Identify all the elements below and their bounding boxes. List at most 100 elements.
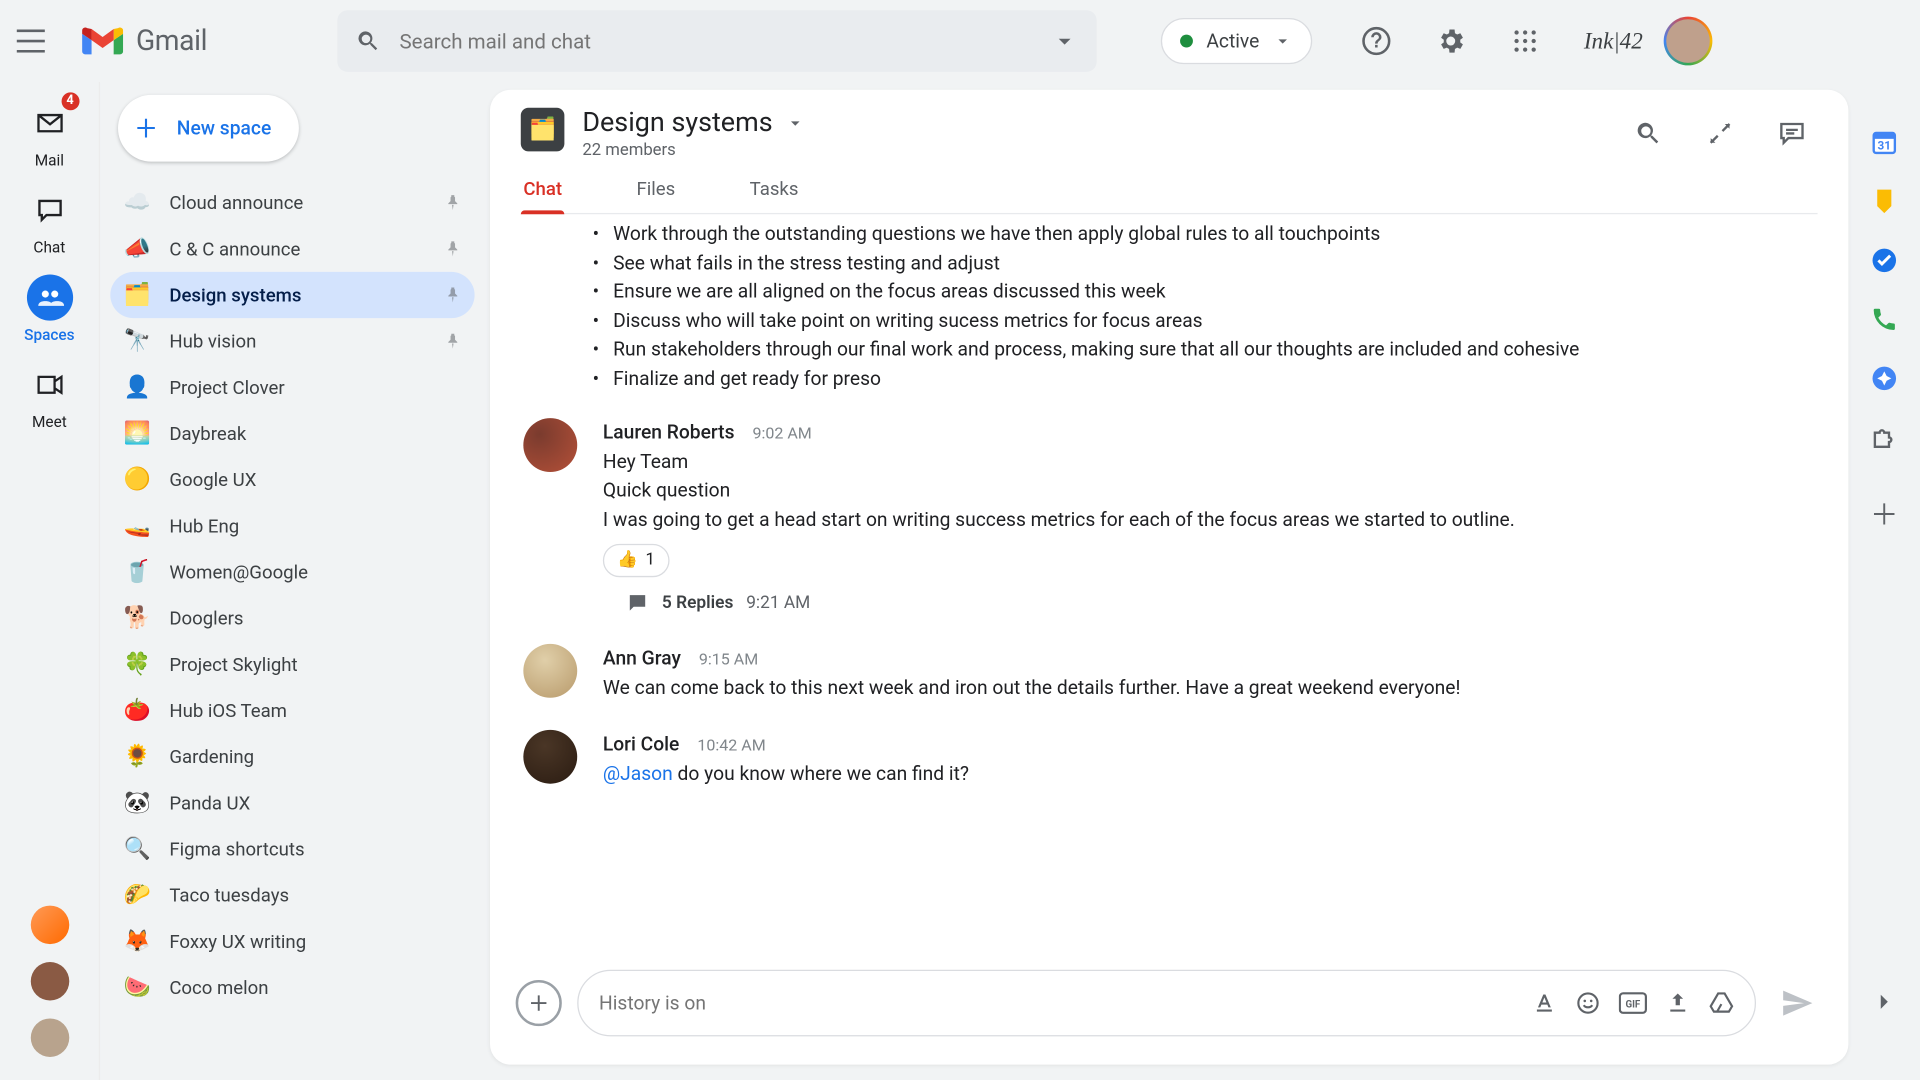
- sidebar-space-taco-tuesdays[interactable]: 🌮 Taco tuesdays: [110, 872, 474, 918]
- sidebar-space-coco-melon[interactable]: 🍉 Coco melon: [110, 965, 474, 1011]
- add-attachment-button[interactable]: [516, 980, 562, 1026]
- pinned-dm-avatar[interactable]: [30, 962, 68, 1000]
- space-avatar: 🗂️: [521, 108, 565, 152]
- rail-label: Spaces: [24, 326, 74, 344]
- settings-button[interactable]: [1425, 15, 1476, 66]
- sidebar-space-gardening[interactable]: 🌻 Gardening: [110, 734, 474, 780]
- pinned-dm-avatar[interactable]: [30, 1018, 68, 1056]
- thread-replies[interactable]: 5 Replies 9:21 AM: [626, 590, 1815, 616]
- rail-meet[interactable]: Meet: [8, 354, 90, 439]
- message-text: I was going to get a head start on writi…: [603, 505, 1815, 534]
- contacts-icon[interactable]: [1870, 305, 1898, 333]
- space-search-button[interactable]: [1623, 108, 1674, 159]
- get-addons-button[interactable]: ＋: [1870, 493, 1898, 534]
- tab-chat[interactable]: Chat: [521, 178, 565, 213]
- space-emoji-icon: 🔍: [123, 835, 151, 863]
- sidebar-space-panda-ux[interactable]: 🐼 Panda UX: [110, 780, 474, 826]
- search-input[interactable]: [400, 29, 1052, 53]
- maps-icon[interactable]: [1870, 364, 1898, 392]
- space-name: Design systems: [169, 284, 301, 306]
- meet-icon: [35, 375, 63, 396]
- bullet-item: Work through the outstanding questions w…: [593, 219, 1815, 248]
- chevron-down-icon[interactable]: [785, 113, 806, 134]
- gmail-logo[interactable]: Gmail: [82, 25, 207, 57]
- bullet-item: Ensure we are all aligned on the focus a…: [593, 277, 1815, 306]
- pin-icon[interactable]: [444, 239, 462, 260]
- sidebar-space-figma-shortcuts[interactable]: 🔍 Figma shortcuts: [110, 826, 474, 872]
- space-emoji-icon: 🌅: [123, 419, 151, 447]
- chevron-right-icon[interactable]: [1870, 988, 1898, 1016]
- gif-icon[interactable]: GIF: [1619, 992, 1647, 1015]
- sidebar-space-dooglers[interactable]: 🐕 Dooglers: [110, 595, 474, 641]
- pin-icon[interactable]: [444, 285, 462, 306]
- upload-icon[interactable]: [1665, 990, 1691, 1016]
- space-name: Panda UX: [169, 792, 250, 814]
- help-icon: [1361, 26, 1392, 57]
- message-composer[interactable]: GIF: [577, 970, 1756, 1037]
- sidebar-space-cloud-announce[interactable]: ☁️ Cloud announce: [110, 180, 474, 226]
- bullet-item: Discuss who will take point on writing s…: [593, 306, 1815, 335]
- status-label: Active: [1206, 30, 1259, 53]
- tab-tasks[interactable]: Tasks: [747, 178, 801, 213]
- avatar: [523, 418, 577, 472]
- apps-button[interactable]: [1499, 15, 1550, 66]
- main-menu-button[interactable]: [5, 15, 56, 66]
- sidebar-space-c-c-announce[interactable]: 📣 C & C announce: [110, 226, 474, 272]
- rail-spaces[interactable]: Spaces: [8, 267, 90, 352]
- mention[interactable]: @Jason: [603, 762, 673, 785]
- svg-text:GIF: GIF: [1625, 999, 1640, 1010]
- support-button[interactable]: [1350, 15, 1401, 66]
- author-name: Lori Cole: [603, 730, 680, 759]
- avatar: [523, 730, 577, 784]
- account-avatar[interactable]: [1663, 17, 1712, 66]
- sidebar-space-google-ux[interactable]: 🟡 Google UX: [110, 457, 474, 503]
- space-emoji-icon: 🐼: [123, 789, 151, 817]
- sidebar-space-project-clover[interactable]: 👤 Project Clover: [110, 364, 474, 410]
- space-emoji-icon: 📣: [123, 235, 151, 263]
- composer-input[interactable]: [599, 992, 1514, 1015]
- format-icon[interactable]: [1532, 990, 1558, 1016]
- gear-icon: [1435, 26, 1466, 57]
- space-emoji-icon: 🦊: [123, 927, 151, 955]
- space-name: Daybreak: [169, 423, 246, 445]
- sidebar-space-design-systems[interactable]: 🗂️ Design systems: [110, 272, 474, 318]
- sidebar-space-daybreak[interactable]: 🌅 Daybreak: [110, 410, 474, 456]
- bullet-item: Run stakeholders through our final work …: [593, 335, 1815, 364]
- gmail-icon: [82, 25, 123, 57]
- sidebar-space-hub-ios-team[interactable]: 🍅 Hub iOS Team: [110, 688, 474, 734]
- tune-icon[interactable]: [1051, 27, 1079, 55]
- reply-count: 5 Replies: [662, 590, 733, 616]
- keep-icon[interactable]: [1870, 187, 1898, 215]
- addons-icon[interactable]: [1870, 423, 1898, 451]
- tasks-icon[interactable]: [1870, 246, 1898, 274]
- emoji-icon[interactable]: [1575, 990, 1601, 1016]
- chat-icon: [35, 196, 63, 224]
- search-bar[interactable]: [338, 10, 1097, 72]
- hamburger-icon: [17, 30, 45, 53]
- message-text: @Jason do you know where we can find it?: [603, 759, 1815, 788]
- open-chat-button[interactable]: [1766, 108, 1817, 159]
- send-button[interactable]: [1771, 977, 1822, 1028]
- pin-icon[interactable]: [444, 192, 462, 213]
- sidebar-space-women-google[interactable]: 🥤 Women@Google: [110, 549, 474, 595]
- space-name: Women@Google: [169, 561, 308, 583]
- reaction-chip[interactable]: 👍 1: [603, 544, 669, 577]
- pin-icon[interactable]: [444, 331, 462, 352]
- calendar-icon[interactable]: 31: [1870, 128, 1898, 156]
- status-pill[interactable]: Active: [1161, 18, 1311, 64]
- collapse-button[interactable]: [1694, 108, 1745, 159]
- pinned-dm-avatar[interactable]: [30, 906, 68, 944]
- sidebar-space-hub-vision[interactable]: 🔭 Hub vision: [110, 318, 474, 364]
- sidebar-space-project-skylight[interactable]: 🍀 Project Skylight: [110, 641, 474, 687]
- rail-mail[interactable]: 4 Mail: [8, 92, 90, 177]
- space-emoji-icon: 🗂️: [123, 281, 151, 309]
- message-time: 9:15 AM: [699, 649, 758, 673]
- sidebar-space-foxxy-ux-writing[interactable]: 🦊 Foxxy UX writing: [110, 918, 474, 964]
- space-emoji-icon: 🌻: [123, 743, 151, 771]
- new-space-button[interactable]: + New space: [118, 95, 299, 162]
- rail-chat[interactable]: Chat: [8, 180, 90, 265]
- sidebar-space-hub-eng[interactable]: 🚤 Hub Eng: [110, 503, 474, 549]
- drive-icon[interactable]: [1709, 990, 1735, 1016]
- author-name: Ann Gray: [603, 644, 681, 673]
- tab-files[interactable]: Files: [634, 178, 678, 213]
